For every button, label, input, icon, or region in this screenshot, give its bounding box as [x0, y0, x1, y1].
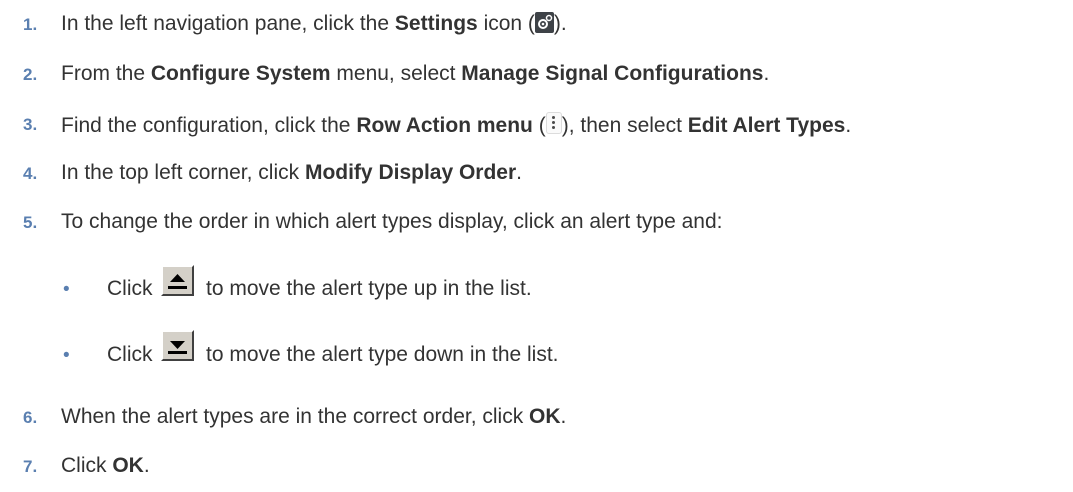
procedure-steps: 1. In the left navigation pane, click th… [23, 12, 852, 477]
step-number: 5. [23, 213, 38, 232]
move-down-arrow-icon [161, 330, 194, 361]
bullet: • [63, 345, 70, 366]
step-number: 7. [23, 457, 38, 476]
step-number: 1. [23, 15, 38, 34]
step-text: In the left navigation pane, click the [61, 12, 395, 35]
step-number: 6. [23, 408, 38, 427]
step-number: 2. [23, 65, 38, 84]
step-bold: Settings [394, 12, 478, 35]
move-up-arrow-icon [161, 265, 194, 296]
step-number: 3. [23, 115, 38, 134]
vertical-ellipsis-icon [545, 112, 562, 134]
settings-gear-icon [534, 12, 554, 33]
step-number: 4. [23, 164, 38, 183]
bullet: • [63, 279, 70, 300]
